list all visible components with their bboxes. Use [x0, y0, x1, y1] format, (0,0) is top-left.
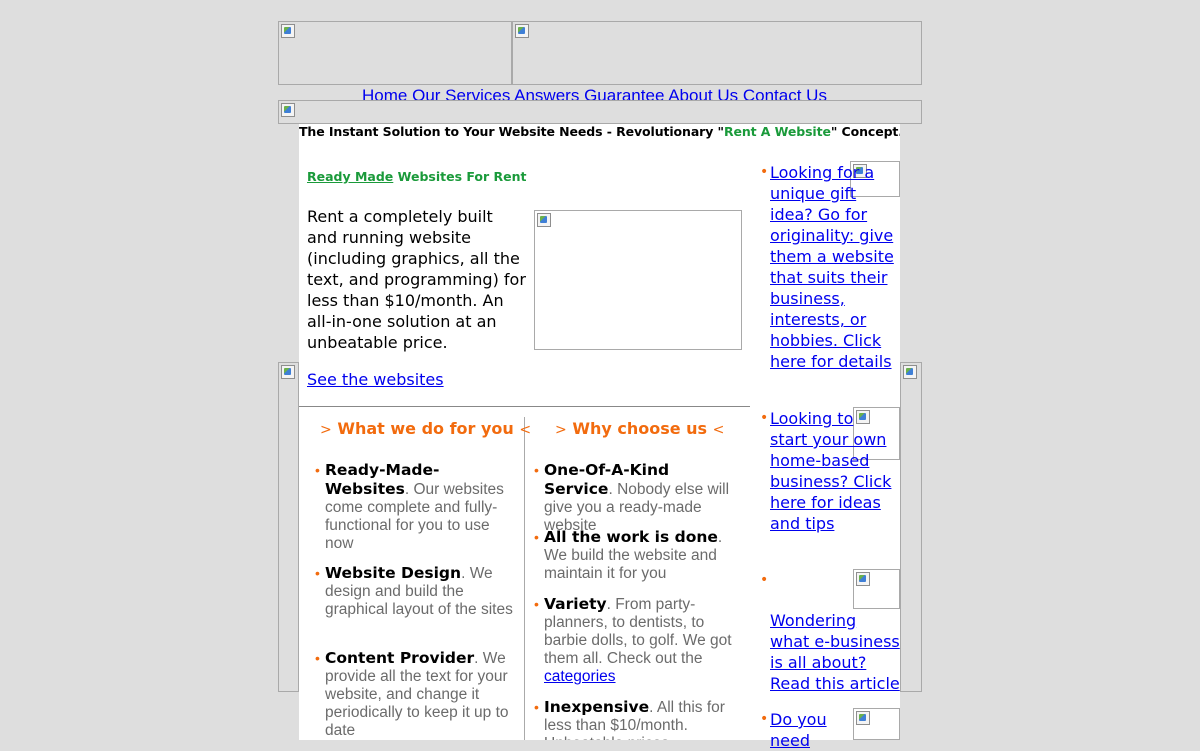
feature-title: All the work is done — [544, 528, 718, 546]
feature-text: We build the website and maintain it for… — [544, 547, 717, 582]
bullet-icon: • — [534, 699, 539, 715]
tagline-text-end: " Concept. — [830, 124, 900, 139]
gift-idea-link[interactable]: Looking for a unique gift idea? Go for o… — [770, 162, 900, 372]
need-image — [853, 708, 900, 740]
feature-item: • Website Design. We design and build th… — [315, 564, 513, 618]
tagline-highlight: Rent A Website — [723, 124, 831, 139]
bullet-icon: • — [534, 596, 539, 612]
what-we-do-heading: > What we do for you < — [320, 419, 531, 438]
bullet-icon: • — [760, 410, 769, 426]
feature-title: Inexpensive — [544, 698, 650, 716]
bullet-icon: • — [315, 650, 320, 666]
tagline: The Instant Solution to Your Website Nee… — [299, 124, 900, 139]
chevron-right-icon: > — [555, 422, 567, 438]
intro-text: Rent a completely built and running webs… — [307, 207, 526, 352]
feature-item: • Ready-Made-Websites. Our websites come… — [315, 461, 504, 552]
bullet-icon: • — [534, 529, 539, 545]
ready-made-link[interactable]: Ready Made — [307, 169, 393, 184]
feature-title: Website Design — [325, 564, 462, 582]
right-border-image — [900, 362, 922, 692]
feature-title: Variety — [544, 595, 607, 613]
chevron-left-icon: < — [712, 422, 725, 438]
intro-image — [534, 210, 742, 350]
ebusiness-article-link[interactable]: Wondering what e-business is all about? … — [770, 610, 900, 694]
nav-divider-image — [278, 100, 922, 124]
bullet-icon: • — [760, 164, 769, 180]
rent-section-title: Ready Made Websites For Rent — [307, 169, 527, 184]
why-choose-us-heading: > Why choose us < — [555, 419, 724, 438]
header-logo-image — [278, 21, 512, 85]
feature-item: • One-Of-A-Kind Service. Nobody else wil… — [534, 461, 730, 534]
categories-link[interactable]: categories — [544, 668, 616, 685]
bullet-icon: • — [315, 565, 320, 581]
header-banner-image — [512, 21, 922, 85]
feature-item: • Content Provider. We provide all the t… — [315, 649, 509, 739]
feature-item: • Variety. From party-planners, to denti… — [534, 595, 732, 685]
chevron-left-icon: < — [519, 422, 532, 438]
chevron-right-icon: > — [320, 422, 332, 438]
tagline-text: The Instant Solution to Your Website Nee… — [299, 124, 724, 139]
feature-item: • All the work is done. We build the web… — [534, 528, 723, 582]
ebusiness-image — [853, 569, 900, 609]
why-choose-us-heading-text: Why choose us — [572, 419, 708, 438]
section-divider — [299, 406, 750, 407]
bullet-icon: • — [315, 462, 320, 478]
feature-title: Content Provider — [325, 649, 475, 667]
home-business-link[interactable]: Looking to start your own home-based bus… — [770, 408, 895, 534]
column-divider — [524, 417, 525, 740]
rent-title-rest: Websites For Rent — [393, 169, 527, 184]
feature-item: • Inexpensive. All this for less than $1… — [534, 698, 734, 740]
see-websites-link[interactable]: See the websites — [307, 370, 444, 389]
left-border-image — [278, 362, 299, 692]
bullet-icon: • — [760, 711, 769, 727]
bullet-icon: • — [534, 462, 539, 478]
bullet-icon: • — [760, 572, 769, 588]
what-we-do-heading-text: What we do for you — [337, 419, 514, 438]
do-you-need-link[interactable]: Do you need — [770, 709, 850, 751]
